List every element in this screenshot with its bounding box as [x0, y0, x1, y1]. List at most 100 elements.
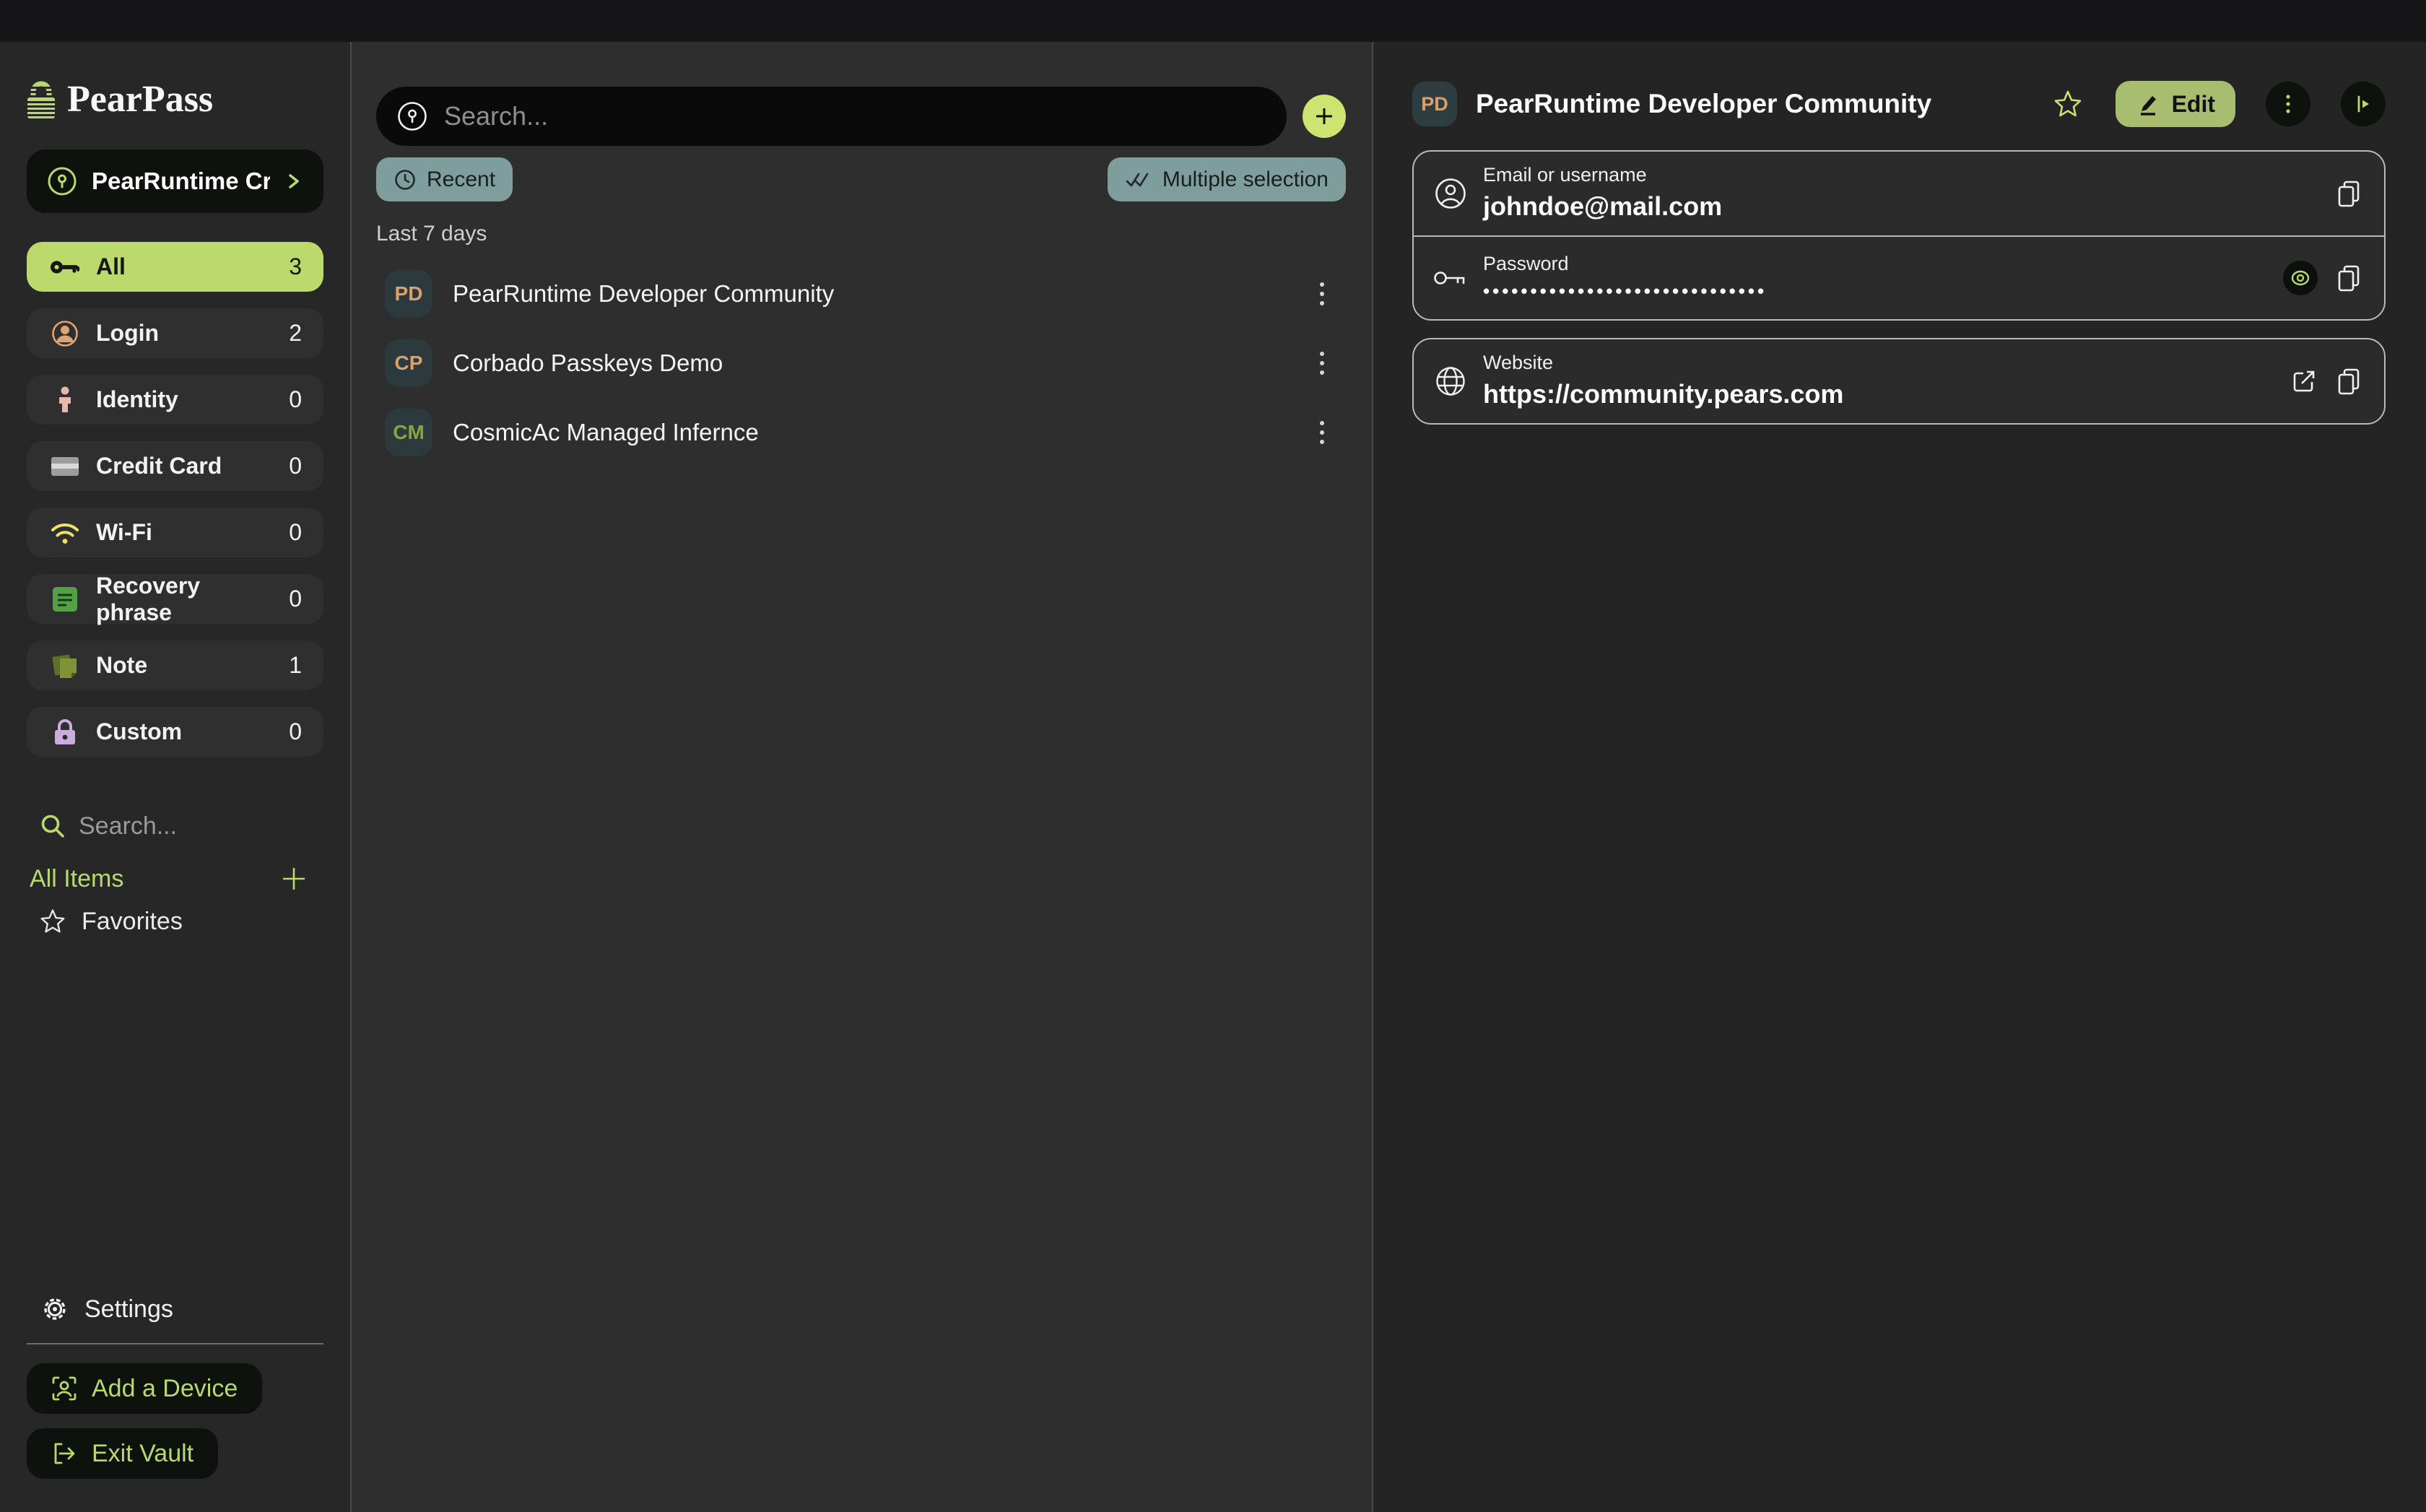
entry-avatar: CP	[385, 339, 432, 387]
exit-vault-button[interactable]: Exit Vault	[27, 1428, 218, 1479]
sidebar-bottom: Settings Add a Device	[27, 1292, 323, 1512]
nav-label: Login	[96, 320, 273, 347]
favorite-star-button[interactable]	[2049, 85, 2087, 123]
detail-panel: PD PearRuntime Developer Community Edit	[1373, 42, 2426, 1512]
more-options-button[interactable]	[2266, 82, 2310, 126]
list-item[interactable]: PD PearRuntime Developer Community	[376, 259, 1346, 329]
plus-icon	[1313, 105, 1336, 128]
recent-chip-label: Recent	[427, 168, 495, 192]
window-top-bar	[0, 0, 2426, 42]
nav-item-note[interactable]: Note 1	[27, 640, 323, 690]
edit-button[interactable]: Edit	[2116, 81, 2235, 127]
list-item[interactable]: CM CosmicAc Managed Infernce	[376, 398, 1346, 467]
settings-button[interactable]: Settings	[27, 1292, 323, 1326]
add-item-icon[interactable]	[280, 865, 308, 892]
nav-item-identity[interactable]: Identity 0	[27, 375, 323, 425]
list-search-input[interactable]: Search...	[376, 87, 1287, 146]
email-value: johndoe@mail.com	[1483, 191, 2335, 222]
reveal-password-button[interactable]	[2283, 261, 2318, 295]
double-check-icon	[1125, 169, 1152, 191]
entry-menu-button[interactable]	[1310, 344, 1334, 382]
all-items-row: All Items	[27, 862, 323, 895]
app-logo: PearPass	[27, 78, 323, 121]
detail-title: PearRuntime Developer Community	[1476, 89, 2030, 119]
favorites-label: Favorites	[82, 908, 183, 936]
all-items-link[interactable]: All Items	[30, 865, 123, 893]
copy-website-button[interactable]	[2335, 367, 2362, 396]
entry-menu-button[interactable]	[1310, 414, 1334, 451]
list-search-placeholder: Search...	[444, 101, 548, 131]
website-field-row: Website https://community.pears.com	[1414, 339, 2384, 423]
nav-item-recovery-phrase[interactable]: Recovery phrase 0	[27, 574, 323, 624]
multiple-selection-chip[interactable]: Multiple selection	[1108, 157, 1346, 201]
email-field-row: Email or username johndoe@mail.com	[1414, 152, 2384, 235]
list-search-row: Search...	[376, 87, 1346, 146]
nav-count: 1	[289, 652, 302, 679]
email-field[interactable]: Email or username johndoe@mail.com	[1483, 152, 2335, 235]
add-entry-button[interactable]	[1303, 95, 1346, 138]
globe-icon	[1432, 365, 1469, 397]
open-website-button[interactable]	[2290, 368, 2318, 395]
nav-count: 0	[289, 586, 302, 612]
password-label: Password	[1483, 253, 2283, 275]
list-item[interactable]: CP Corbado Passkeys Demo	[376, 329, 1346, 398]
detail-avatar: PD	[1412, 82, 1457, 126]
copy-email-button[interactable]	[2335, 179, 2362, 208]
password-field-row: Password ••••••••••••••••••••••••••••••	[1414, 235, 2384, 319]
pencil-icon	[2136, 91, 2160, 117]
nav-item-custom[interactable]: Custom 0	[27, 707, 323, 757]
website-value: https://community.pears.com	[1483, 379, 2290, 409]
nav-count: 0	[289, 453, 302, 479]
entry-menu-button[interactable]	[1310, 275, 1334, 313]
person-circle-icon	[50, 320, 80, 347]
detail-header: PD PearRuntime Developer Community Edit	[1412, 81, 2386, 127]
collapse-panel-button[interactable]	[2341, 82, 2386, 126]
website-field[interactable]: Website https://community.pears.com	[1483, 340, 2290, 422]
sidebar-search-placeholder: Search...	[79, 812, 177, 840]
nav-label: Custom	[96, 718, 273, 745]
gear-icon	[41, 1295, 69, 1323]
nav-label: Credit Card	[96, 453, 273, 479]
edit-button-label: Edit	[2172, 91, 2215, 118]
vault-selector-button[interactable]: PearRuntime Cre...	[27, 149, 323, 213]
nav-label: Note	[96, 652, 273, 679]
sidebar: PearPass PearRuntime Cre...	[0, 42, 352, 1512]
nav-count: 3	[289, 253, 302, 280]
copy-icon	[2335, 264, 2362, 292]
nav-item-all[interactable]: All 3	[27, 242, 323, 292]
nav-label: Wi-Fi	[96, 519, 273, 546]
credit-card-icon	[50, 456, 80, 477]
key-outline-icon	[1432, 268, 1469, 288]
logout-icon	[51, 1441, 77, 1467]
nav-count: 0	[289, 519, 302, 546]
nav-item-wifi[interactable]: Wi-Fi 0	[27, 508, 323, 557]
sidebar-divider	[27, 1343, 323, 1344]
nav-count: 0	[289, 718, 302, 745]
password-field[interactable]: Password ••••••••••••••••••••••••••••••	[1483, 241, 2283, 316]
nav-item-credit-card[interactable]: Credit Card 0	[27, 441, 323, 491]
nav-count: 2	[289, 320, 302, 347]
lock-logo-icon	[27, 80, 56, 119]
search-icon	[40, 813, 66, 839]
chevron-right-icon	[284, 170, 303, 192]
entry-title: PearRuntime Developer Community	[453, 280, 1290, 308]
password-value: ••••••••••••••••••••••••••••••	[1483, 280, 2283, 303]
external-link-icon	[2290, 368, 2318, 395]
entry-list: PD PearRuntime Developer Community CP Co…	[376, 259, 1346, 467]
filter-chips-row: Recent Multiple selection	[376, 157, 1346, 201]
copy-password-button[interactable]	[2335, 264, 2362, 292]
add-device-button[interactable]: Add a Device	[27, 1363, 262, 1414]
exit-vault-label: Exit Vault	[92, 1440, 194, 1468]
clock-icon	[394, 168, 417, 191]
recent-filter-chip[interactable]: Recent	[376, 157, 513, 201]
app-title: PearPass	[67, 78, 213, 121]
sidebar-search[interactable]: Search...	[27, 810, 323, 842]
keyhole-circle-icon	[396, 100, 428, 132]
nav-label: Identity	[96, 386, 273, 413]
person-icon	[50, 386, 80, 414]
favorites-row[interactable]: Favorites	[27, 905, 323, 937]
nav-item-login[interactable]: Login 2	[27, 308, 323, 358]
multiple-selection-label: Multiple selection	[1162, 168, 1329, 192]
item-list-panel: Search... Recent	[352, 42, 1373, 1512]
entry-avatar: PD	[385, 270, 432, 318]
